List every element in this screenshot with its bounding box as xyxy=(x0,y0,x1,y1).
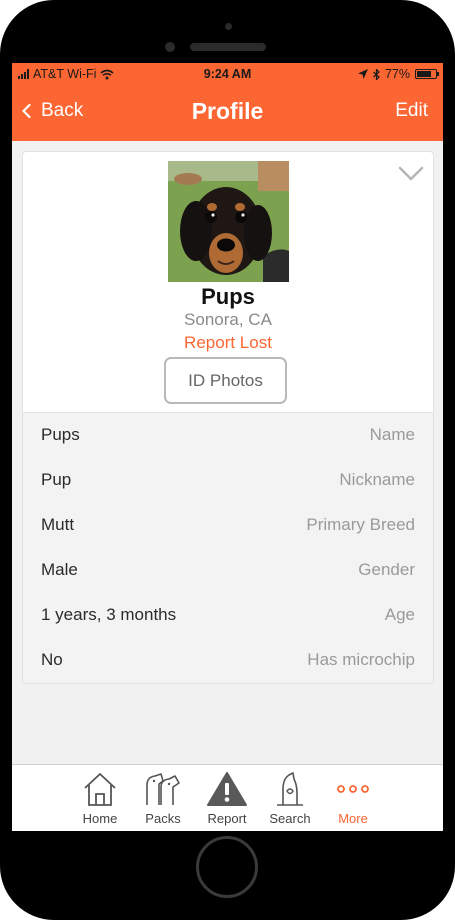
detail-row-name: Pups Name xyxy=(23,413,433,458)
detail-value: Pup xyxy=(41,470,72,489)
pet-name: Pups xyxy=(201,284,255,309)
status-right: 77% xyxy=(357,67,439,81)
tab-label: More xyxy=(338,811,368,826)
detail-row-gender: Male Gender xyxy=(23,548,433,593)
pet-details-list: Pups Name Pup Nickname Mutt Primary Bree… xyxy=(23,412,433,683)
phone-frame: AT&T Wi-Fi 9:24 AM 77% Back Profile Edit… xyxy=(0,0,455,920)
pet-photo[interactable] xyxy=(168,161,289,282)
detail-value: 1 years, 3 months xyxy=(41,605,177,624)
battery-percent: 77% xyxy=(384,67,410,81)
detail-label: Nickname xyxy=(339,470,415,489)
detail-value: No xyxy=(41,650,63,669)
detail-label: Name xyxy=(369,425,415,444)
bluetooth-icon xyxy=(373,68,380,80)
status-bar: AT&T Wi-Fi 9:24 AM 77% xyxy=(12,63,443,85)
detail-value: Pups xyxy=(41,425,80,444)
detail-label: Has microchip xyxy=(307,650,415,669)
id-photos-button[interactable]: ID Photos xyxy=(164,357,287,404)
report-lost-link[interactable]: Report Lost xyxy=(23,333,433,353)
tab-report[interactable]: Report xyxy=(192,765,262,831)
tab-label: Home xyxy=(82,811,118,826)
edit-button[interactable]: Edit xyxy=(395,100,428,122)
front-camera xyxy=(165,42,175,52)
navigation-bar: Back Profile Edit xyxy=(12,85,443,141)
dog-photo-illustration xyxy=(168,161,289,282)
detail-row-microchip: No Has microchip xyxy=(23,638,433,683)
tab-home[interactable]: Home xyxy=(65,765,135,831)
page-title: Profile xyxy=(191,98,264,124)
detail-value: Male xyxy=(41,560,78,579)
earpiece-speaker xyxy=(190,43,266,51)
profile-card: Pups Sonora, CA Report Lost ID Photos Pu… xyxy=(22,151,434,684)
house-icon xyxy=(84,773,116,806)
tab-search[interactable]: Search xyxy=(255,765,325,831)
warning-icon xyxy=(207,772,247,806)
home-hardware-button[interactable] xyxy=(196,836,258,898)
detail-value: Mutt xyxy=(41,515,75,534)
detail-row-nickname: Pup Nickname xyxy=(23,458,433,503)
screen: AT&T Wi-Fi 9:24 AM 77% Back Profile Edit… xyxy=(12,63,443,831)
detail-label: Age xyxy=(384,605,415,624)
tab-more[interactable]: More xyxy=(318,765,388,831)
more-icon xyxy=(337,785,369,793)
tab-label: Report xyxy=(207,811,247,826)
chevron-down-icon[interactable] xyxy=(398,166,424,182)
detail-label: Primary Breed xyxy=(306,515,415,534)
pet-location: Sonora, CA xyxy=(184,310,272,329)
detail-row-age: 1 years, 3 months Age xyxy=(23,593,433,638)
tab-label: Packs xyxy=(145,811,181,826)
location-arrow-icon xyxy=(357,69,368,79)
battery-icon xyxy=(415,69,439,79)
detail-label: Gender xyxy=(358,560,415,579)
sensor-dot xyxy=(225,23,232,30)
search-dog-icon xyxy=(277,772,303,806)
tab-label: Search xyxy=(269,811,311,826)
detail-row-breed: Mutt Primary Breed xyxy=(23,503,433,548)
tab-bar: Home Packs Report Search More xyxy=(12,764,443,831)
tab-packs[interactable]: Packs xyxy=(128,765,198,831)
dogs-icon xyxy=(146,773,180,805)
